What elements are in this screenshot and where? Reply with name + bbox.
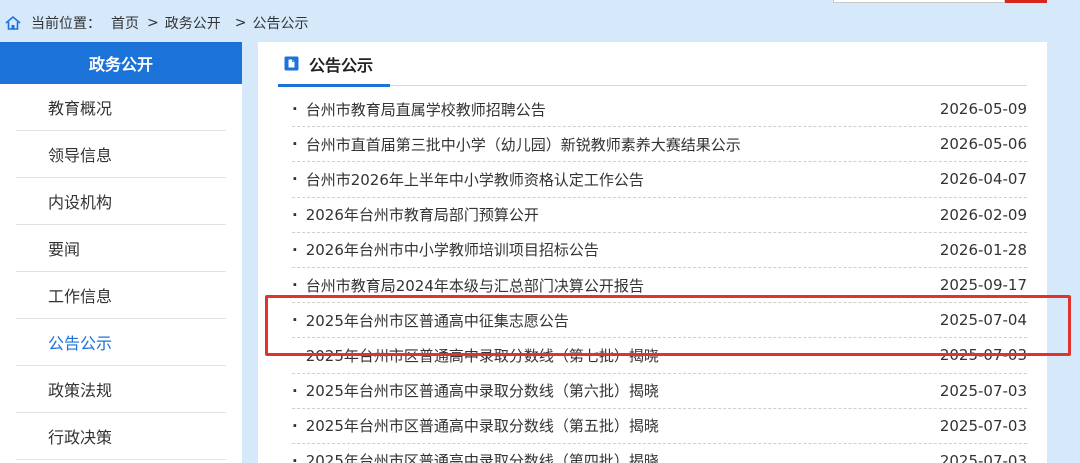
item-date: 2025-07-04 [939,311,1027,330]
breadcrumb: 当前位置： 首页 > 政务公开 > 公告公示 [0,10,308,36]
sidebar-item-label: 内设机构 [48,193,113,212]
sidebar-item-label: 教育概况 [48,99,113,118]
item-date: 2026-04-07 [939,170,1027,189]
sidebar-item-announcements[interactable]: 公告公示 [16,319,226,366]
list-item[interactable]: · 2025年台州市区普通高中录取分数线（第六批）揭晓 2025-07-03 [292,374,1027,409]
item-date: 2026-05-06 [939,135,1027,154]
list-item[interactable]: · 2025年台州市区普通高中征集志愿公告 2025-07-04 [292,303,1027,339]
list-item[interactable]: · 2026年台州市教育局部门预算公开 2026-02-09 [292,198,1027,233]
list-item[interactable]: · 台州市教育局2024年本级与汇总部门决算公开报告 2025-09-17 [292,268,1027,304]
home-icon [5,15,21,30]
sidebar-item-work-info[interactable]: 工作信息 [16,272,226,319]
breadcrumb-announcements[interactable]: 公告公示 [252,13,308,33]
item-title[interactable]: 2026年台州市中小学教师培训项目招标公告 [306,239,599,260]
item-date: 2025-07-03 [939,346,1027,365]
sidebar-item-decisions[interactable]: 行政决策 [16,413,226,460]
item-date: 2026-02-09 [939,205,1027,224]
sidebar-item-label: 公告公示 [48,334,113,353]
item-date: 2025-07-03 [939,451,1027,463]
breadcrumb-separator: > [234,15,247,31]
announcement-list: · 台州市教育局直属学校教师招聘公告 2026-05-09 · 台州市直首届第三批中小… [292,92,1027,463]
sidebar-item-education-overview[interactable]: 教育概况 [16,84,226,131]
breadcrumb-home[interactable]: 首页 [111,13,139,33]
sidebar-item-label: 要闻 [48,240,81,259]
item-title[interactable]: 台州市2026年上半年中小学教师资格认定工作公告 [306,169,644,190]
item-date: 2025-07-03 [939,381,1027,400]
document-icon [284,56,299,71]
announcement-panel: 公告公示 · 台州市教育局直属学校教师招聘公告 2026-05-09 · 台州市直首届… [258,42,1047,463]
item-title[interactable]: 2025年台州市区普通高中录取分数线（第六批）揭晓 [306,380,659,401]
panel-header: 公告公示 [278,42,1027,87]
item-title[interactable]: 2025年台州市区普通高中征集志愿公告 [306,310,569,331]
item-title[interactable]: 2025年台州市区普通高中录取分数线（第四批）揭晓 [306,450,659,463]
breadcrumb-government-affairs[interactable]: 政务公开 [165,13,221,33]
breadcrumb-separator: > [147,15,159,31]
item-title[interactable]: 2025年台州市区普通高中录取分数线（第五批）揭晓 [306,415,659,436]
item-date: 2025-07-03 [939,416,1027,435]
panel-title: 公告公示 [309,55,374,75]
list-item[interactable]: · 2025年台州市区普通高中录取分数线（第七批）揭晓 2025-07-03 [292,338,1027,374]
item-date: 2026-05-09 [939,100,1027,119]
breadcrumb-label: 当前位置： [31,16,101,32]
search-button[interactable] [1005,0,1047,3]
item-title[interactable]: 台州市教育局直属学校教师招聘公告 [306,99,546,120]
sidebar: 政务公开 教育概况 领导信息 内设机构 要闻 工作信息 公告公示 政策法规 行政… [0,42,242,463]
sidebar-item-news[interactable]: 要闻 [16,225,226,272]
list-item[interactable]: · 台州市2026年上半年中小学教师资格认定工作公告 2026-04-07 [292,162,1027,198]
list-item[interactable]: · 台州市直首届第三批中小学（幼儿园）新锐教师素养大赛结果公示 2026-05-06 [292,127,1027,163]
item-title[interactable]: 台州市教育局2024年本级与汇总部门决算公开报告 [306,275,644,296]
sidebar-item-label: 工作信息 [48,287,113,306]
list-item[interactable]: · 2026年台州市中小学教师培训项目招标公告 2026-01-28 [292,233,1027,268]
sidebar-item-label: 政策法规 [48,381,113,400]
item-title[interactable]: 2026年台州市教育局部门预算公开 [306,204,539,225]
sidebar-item-departments[interactable]: 内设机构 [16,178,226,225]
list-item[interactable]: · 2025年台州市区普通高中录取分数线（第五批）揭晓 2025-07-03 [292,409,1027,444]
list-item[interactable]: · 台州市教育局直属学校教师招聘公告 2026-05-09 [292,92,1027,128]
sidebar-title: 政务公开 [0,42,242,84]
list-item[interactable]: · 2025年台州市区普通高中录取分数线（第四批）揭晓 2025-07-03 [292,444,1027,463]
sidebar-item-label: 领导信息 [48,146,113,165]
item-title[interactable]: 2025年台州市区普通高中录取分数线（第七批）揭晓 [306,345,659,366]
item-title[interactable]: 台州市直首届第三批中小学（幼儿园）新锐教师素养大赛结果公示 [306,134,741,155]
item-date: 2026-01-28 [939,240,1027,259]
sidebar-item-policies[interactable]: 政策法规 [16,366,226,413]
sidebar-item-label: 行政决策 [48,428,113,447]
search-input[interactable] [833,0,1005,3]
sidebar-item-leadership[interactable]: 领导信息 [16,131,226,178]
item-date: 2025-09-17 [939,276,1027,295]
